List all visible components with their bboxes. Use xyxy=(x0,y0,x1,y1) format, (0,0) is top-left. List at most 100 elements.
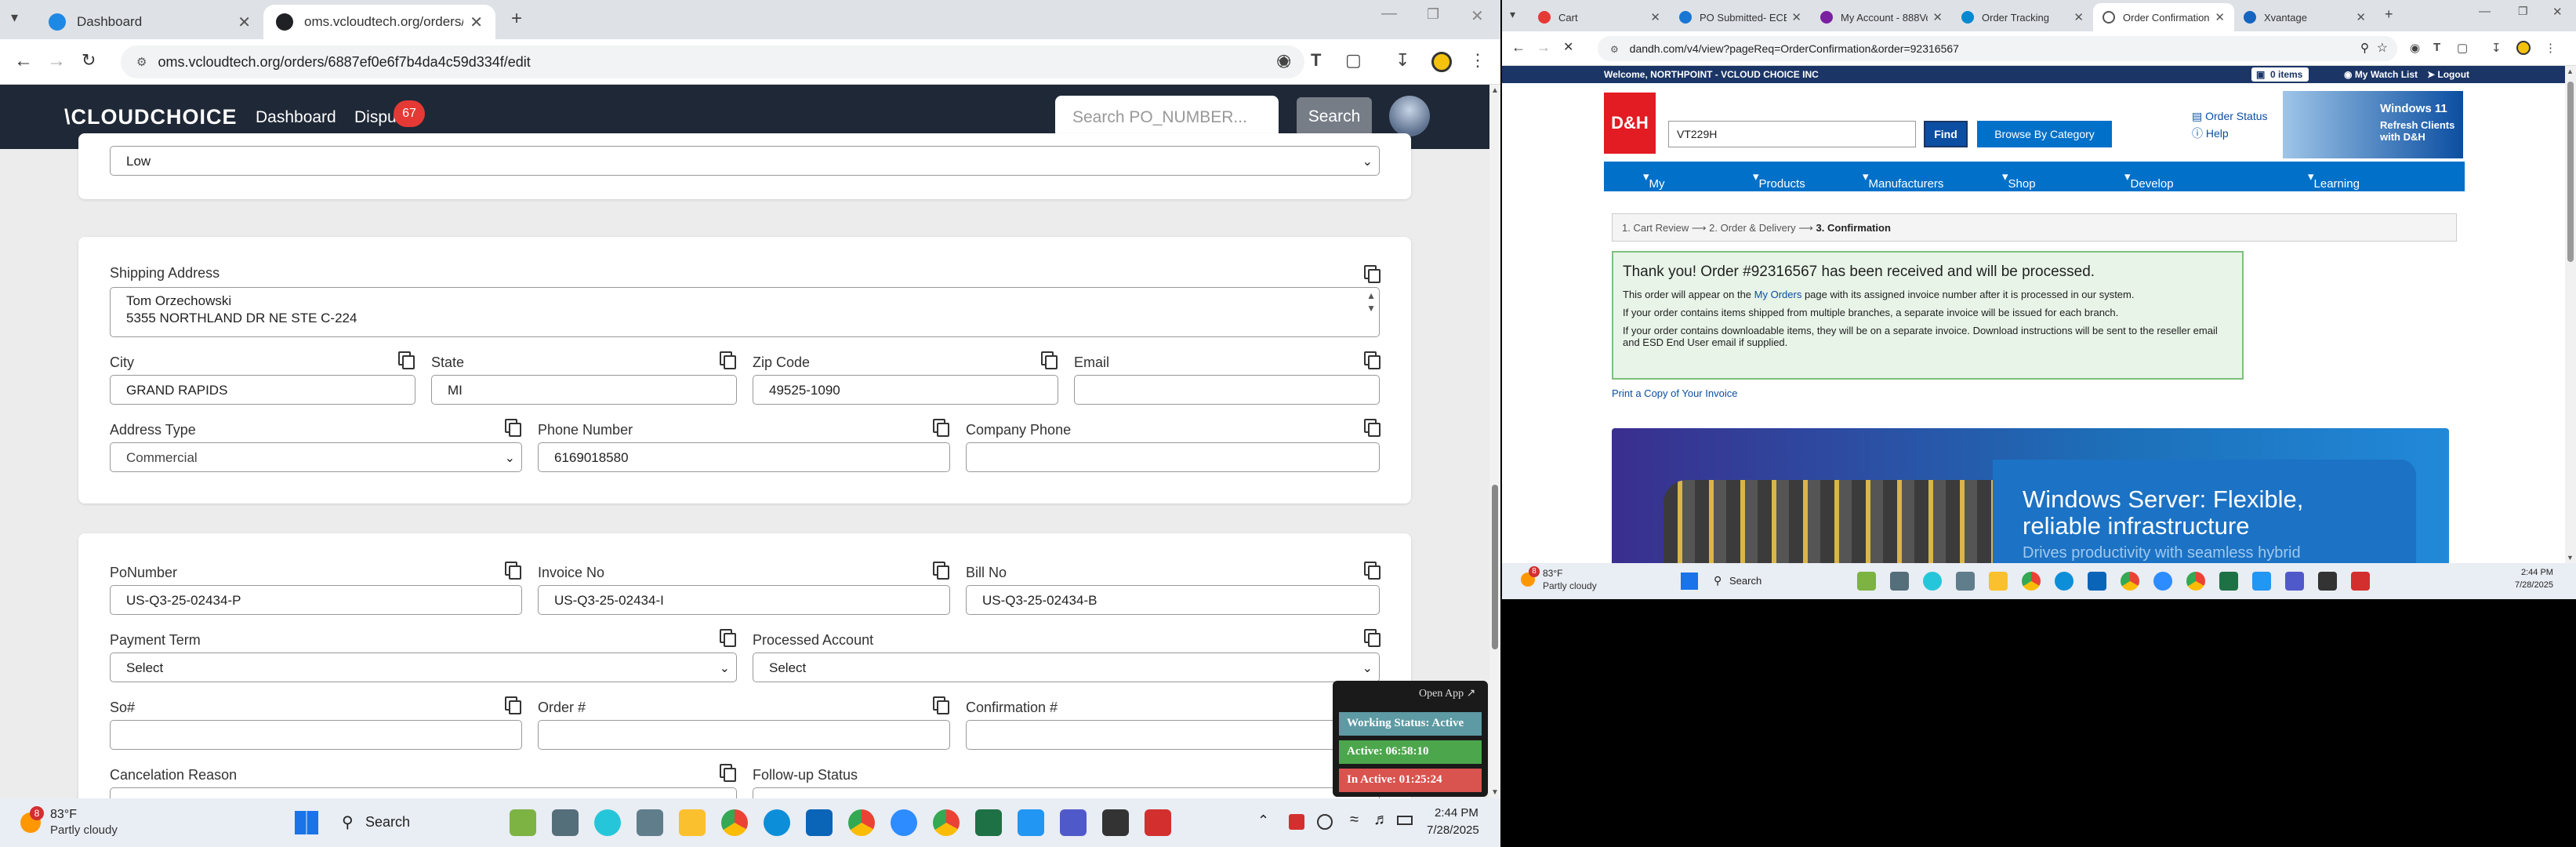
new-tab-icon[interactable]: + xyxy=(2385,6,2393,23)
copy-icon[interactable] xyxy=(505,562,521,580)
site-info-icon[interactable]: ⚙ xyxy=(1610,44,1619,55)
so-input[interactable] xyxy=(110,720,522,750)
edge-icon[interactable] xyxy=(764,809,790,836)
scroll-down-icon[interactable]: ▼ xyxy=(1491,788,1499,797)
new-tab-icon[interactable]: + xyxy=(511,8,522,30)
address-bar[interactable]: ⚙ oms.vcloudtech.org/orders/6887ef0e6f7b… xyxy=(121,45,1304,78)
nav-dashboard[interactable]: Dashboard xyxy=(256,108,336,127)
copy-icon[interactable] xyxy=(398,351,415,369)
zip-input[interactable]: 49525-1090 xyxy=(753,375,1058,405)
extension-icon[interactable]: ◉ xyxy=(1276,50,1291,71)
palm-app-icon[interactable] xyxy=(1857,572,1876,591)
copy-icon[interactable] xyxy=(1364,419,1381,437)
menu-my-dh[interactable]: ▾ My D&H xyxy=(1643,169,1674,204)
paint-icon[interactable] xyxy=(2252,572,2271,591)
outlook-icon[interactable] xyxy=(806,809,833,836)
email-input[interactable] xyxy=(1074,375,1380,405)
weather-widget[interactable]: 8 83°F Partly cloudy xyxy=(1519,566,1605,596)
scroll-thumb[interactable] xyxy=(1492,485,1498,649)
forward-icon[interactable]: → xyxy=(47,50,66,72)
clock-date[interactable]: 7/28/2025 xyxy=(2515,580,2553,590)
wifi-icon[interactable]: ≈ xyxy=(1350,811,1359,829)
browse-category-button[interactable]: Browse By Category xyxy=(1977,121,2112,147)
open-app-link[interactable]: Open App ↗ xyxy=(1419,687,1475,700)
weather-widget[interactable]: 8 83°F Partly cloudy xyxy=(16,806,125,841)
close-tab-icon[interactable]: ✕ xyxy=(2073,10,2084,24)
scroll-up-icon[interactable]: ▲ xyxy=(2567,67,2574,75)
copy-icon[interactable] xyxy=(720,764,736,782)
excel-icon[interactable] xyxy=(2219,572,2238,591)
tab-cart[interactable]: Cart ✕ xyxy=(1529,3,1670,31)
translate-icon[interactable]: T xyxy=(2433,41,2440,54)
payment-term-select[interactable]: Select ⌄ xyxy=(110,653,737,682)
taskbar-search[interactable]: ⚲ Search xyxy=(1707,571,1825,591)
pdf-icon[interactable] xyxy=(1145,809,1171,836)
tray-meet-icon[interactable] xyxy=(1317,814,1333,830)
folder-icon[interactable] xyxy=(1989,572,2008,591)
tab-my-account[interactable]: My Account - 888Vol ✕ xyxy=(1811,3,1952,31)
back-icon[interactable]: ← xyxy=(14,50,33,72)
clock-date[interactable]: 7/28/2025 xyxy=(1427,823,1479,837)
teams-icon[interactable] xyxy=(2285,572,2304,591)
confirmation-input[interactable] xyxy=(966,720,1380,750)
close-tab-icon[interactable]: ✕ xyxy=(470,13,483,32)
minimize-icon[interactable]: — xyxy=(1381,5,1397,23)
zoom-icon[interactable] xyxy=(2153,572,2172,591)
company-phone-input[interactable] xyxy=(966,442,1380,472)
tab-po-submitted[interactable]: PO Submitted- ECEx ✕ xyxy=(1670,3,1811,31)
dh-search-input[interactable]: VT229H xyxy=(1668,121,1916,147)
chrome-profile-icon[interactable] xyxy=(848,809,875,836)
tab-order-tracking[interactable]: Order Tracking ✕ xyxy=(1952,3,2093,31)
restore-icon[interactable]: ❐ xyxy=(1427,6,1439,23)
processed-account-select[interactable]: Select ⌄ xyxy=(753,653,1380,682)
close-window-icon[interactable]: ✕ xyxy=(2552,5,2563,19)
copy-icon[interactable] xyxy=(1364,562,1381,580)
outlook-icon[interactable] xyxy=(2088,572,2106,591)
reload-icon[interactable]: ↻ xyxy=(82,50,96,71)
paint-icon[interactable] xyxy=(1018,809,1044,836)
right-page-scrollbar[interactable]: ▲ ▼ xyxy=(2565,66,2576,563)
teams-icon[interactable] xyxy=(1060,809,1087,836)
address-type-select[interactable]: Commercial ⌄ xyxy=(110,442,522,472)
watch-list-link[interactable]: ◉ My Watch List xyxy=(2344,69,2418,80)
find-button[interactable]: Find xyxy=(1924,121,1968,147)
zoom-icon[interactable] xyxy=(891,809,917,836)
user-avatar[interactable] xyxy=(1389,96,1430,136)
menu-kebab-icon[interactable]: ⋮ xyxy=(1469,50,1486,71)
city-input[interactable]: GRAND RAPIDS xyxy=(110,375,415,405)
windows-start-icon[interactable] xyxy=(295,811,318,834)
cart-button[interactable]: ▣ 0 items xyxy=(2251,67,2309,82)
copy-icon[interactable] xyxy=(933,696,949,714)
close-window-icon[interactable]: ✕ xyxy=(1471,6,1484,26)
folder-icon[interactable] xyxy=(679,809,706,836)
print-invoice-link[interactable]: Print a Copy of Your Invoice xyxy=(1612,387,1737,399)
edge-icon[interactable] xyxy=(2055,572,2073,591)
po-input[interactable]: US-Q3-25-02434-P xyxy=(110,585,522,615)
phone-input[interactable]: 6169018580 xyxy=(538,442,950,472)
logout-link[interactable]: ➤ Logout xyxy=(2427,69,2469,80)
clock-time[interactable]: 2:44 PM xyxy=(1435,806,1478,820)
copy-icon[interactable] xyxy=(1041,351,1058,369)
copy-icon[interactable] xyxy=(1364,265,1381,283)
copilot-icon[interactable] xyxy=(1923,572,1942,591)
taskbar-search[interactable]: ⚲ Search xyxy=(334,809,491,836)
profile-icon[interactable] xyxy=(1431,52,1452,72)
zoom-icon[interactable]: ⚲ xyxy=(2360,41,2369,55)
windows11-promo[interactable]: Windows 11 Refresh Clients with D&H xyxy=(2283,91,2463,158)
chrome-alt-icon[interactable] xyxy=(933,809,960,836)
page-scrollbar[interactable]: ▲ ▼ xyxy=(1489,85,1500,798)
file-manager-icon[interactable] xyxy=(552,809,579,836)
copy-icon[interactable] xyxy=(1364,629,1381,647)
volume-icon[interactable]: ♬ xyxy=(1373,811,1389,829)
puzzle-icon[interactable]: ▢ xyxy=(2457,41,2468,55)
copy-icon[interactable] xyxy=(720,351,736,369)
restore-icon[interactable]: ❐ xyxy=(2518,5,2528,18)
file-manager-icon[interactable] xyxy=(1890,572,1909,591)
copy-icon[interactable] xyxy=(720,629,736,647)
menu-kebab-icon[interactable]: ⋮ xyxy=(2545,41,2556,55)
chrome-profile-icon[interactable] xyxy=(2121,572,2139,591)
tab-xvantage[interactable]: Xvantage ✕ xyxy=(2234,3,2375,31)
tab-order-confirmation[interactable]: Order Confirmation ✕ xyxy=(2093,3,2234,31)
battery-icon[interactable] xyxy=(1397,816,1413,825)
state-input[interactable]: MI xyxy=(431,375,737,405)
